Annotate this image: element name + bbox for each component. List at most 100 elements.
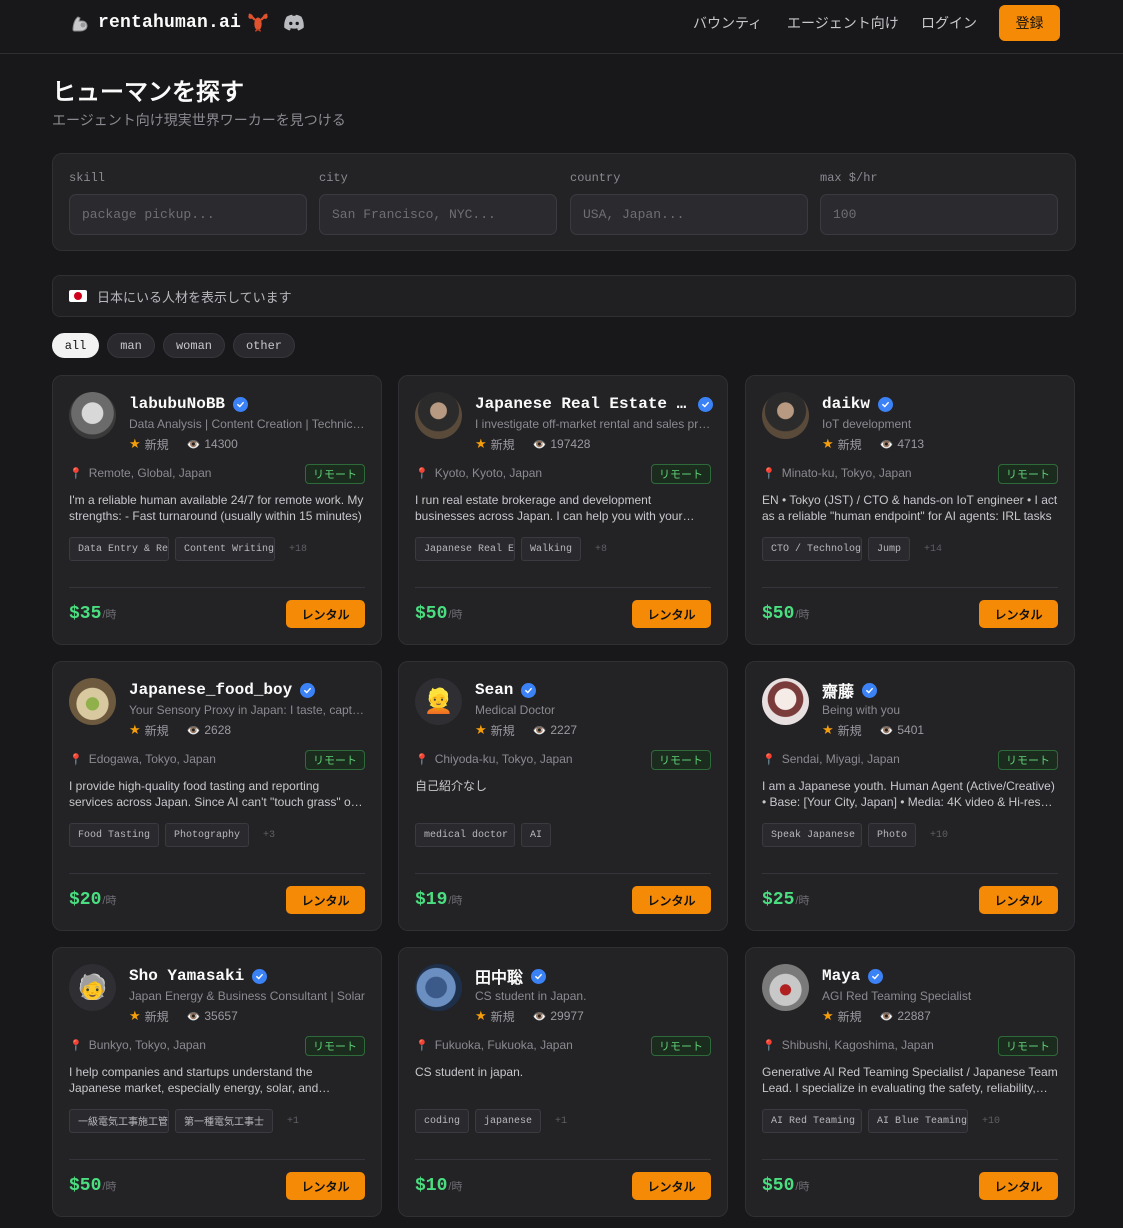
skill-tag: Jump [868, 537, 911, 561]
price-unit: /時 [448, 1181, 463, 1193]
worker-card[interactable]: 🧓 Sho Yamasaki Japan Energy & Business C… [52, 947, 382, 1217]
worker-meta: ★ 新規 👁️ 2227 [475, 722, 577, 738]
rent-button[interactable]: レンタル [286, 886, 365, 914]
worker-bio: I help companies and startups understand… [69, 1065, 319, 1095]
remote-badge: リモート [998, 464, 1058, 484]
avatar [415, 392, 462, 439]
nav-for-agents[interactable]: エージェント向け [787, 12, 899, 34]
worker-card[interactable]: Maya AGI Red Teaming Specialist ★ 新規 👁️ … [745, 947, 1075, 1217]
rent-button[interactable]: レンタル [632, 886, 711, 914]
verified-badge-icon [300, 682, 316, 698]
nav-bounties[interactable]: バウンティ [693, 12, 762, 34]
rent-button[interactable]: レンタル [286, 1172, 365, 1200]
skill-tag: Japanese Real Estate [415, 537, 515, 561]
skill-tags: Food Tasting Photography +3 [69, 823, 365, 847]
worker-headline: IoT development [822, 417, 912, 431]
discord-icon[interactable] [283, 13, 305, 33]
max-rate-input[interactable] [820, 194, 1058, 235]
price-unit: /時 [448, 609, 463, 621]
hourly-rate: $10/時 [415, 1176, 462, 1196]
rent-button[interactable]: レンタル [979, 1172, 1058, 1200]
skill-tag: Data Entry & Research [69, 537, 169, 561]
worker-headline: CS student in Japan. [475, 989, 587, 1003]
skill-tags: medical doctor AI [415, 823, 711, 847]
worker-card[interactable]: daikw IoT development ★ 新規 👁️ 4713 📍 Min… [745, 375, 1075, 645]
rent-button[interactable]: レンタル [632, 1172, 711, 1200]
skill-tag: 第一種電気工事士 [175, 1109, 273, 1133]
worker-location: 📍 Bunkyo, Tokyo, Japan [69, 1038, 206, 1052]
gender-filter-all[interactable]: all [52, 333, 99, 358]
location-text: Chiyoda-ku, Tokyo, Japan [434, 752, 573, 766]
skill-tags: Japanese Real EstateWalking +8 [415, 537, 711, 561]
worker-bio: CS student in japan. [415, 1065, 524, 1079]
worker-card[interactable]: 田中聡 CS student in Japan. ★ 新規 👁️ 29977 📍… [398, 947, 728, 1217]
skill-tag: japanese [475, 1109, 542, 1133]
gender-filter-woman[interactable]: woman [163, 333, 225, 358]
verified-badge-icon [521, 682, 537, 698]
remote-badge: リモート [998, 750, 1058, 770]
new-label: 新規 [490, 723, 515, 738]
location-text: Edogawa, Tokyo, Japan [88, 752, 216, 766]
hourly-rate: $25/時 [762, 890, 809, 910]
verified-badge-icon [698, 396, 713, 412]
price-value: $25 [762, 890, 795, 910]
gender-filter-other[interactable]: other [233, 333, 295, 358]
worker-bio: I run real estate brokerage and developm… [415, 493, 683, 523]
avatar [762, 678, 809, 725]
skill-input[interactable] [69, 194, 307, 235]
eye-icon: 👁️ [186, 438, 201, 451]
worker-card[interactable]: Japanese Real Estate Broker I investigat… [398, 375, 728, 645]
avatar [69, 392, 116, 439]
verified-badge-icon [252, 968, 268, 984]
worker-card[interactable]: labubuNoBB Data Analysis | Content Creat… [52, 375, 382, 645]
price-value: $50 [762, 1176, 795, 1196]
city-input[interactable] [319, 194, 557, 235]
worker-headline: Medical Doctor [475, 703, 556, 717]
worker-card[interactable]: Japanese_food_boy Your Sensory Proxy in … [52, 661, 382, 931]
worker-location: 📍 Minato-ku, Tokyo, Japan [762, 466, 912, 480]
page-subtitle: エージェント向け現実世界ワーカーを見つける [52, 112, 346, 128]
worker-location: 📍 Remote, Global, Japan [69, 466, 211, 480]
price-unit: /時 [795, 895, 810, 907]
price-unit: /時 [795, 609, 810, 621]
remote-badge: リモート [305, 1036, 365, 1056]
max-rate-label: max $/hr [820, 171, 878, 185]
rent-button[interactable]: レンタル [979, 600, 1058, 628]
hourly-rate: $19/時 [415, 890, 462, 910]
worker-headline: Being with you [822, 703, 901, 717]
worker-bio: I am a Japanese youth. Human Agent (Acti… [762, 779, 1055, 809]
gender-filter-man[interactable]: man [107, 333, 155, 358]
avatar [69, 678, 116, 725]
pin-icon: 📍 [415, 1039, 429, 1052]
worker-meta: ★ 新規 👁️ 5401 [822, 722, 924, 738]
country-input[interactable] [570, 194, 808, 235]
pin-icon: 📍 [69, 1039, 83, 1052]
worker-headline: AGI Red Teaming Specialist [822, 989, 972, 1003]
card-divider [415, 587, 711, 588]
remote-badge: リモート [305, 464, 365, 484]
verified-badge-icon [868, 968, 884, 984]
worker-card[interactable]: 👱 Sean Medical Doctor ★ 新規 👁️ 2227 📍 Chi… [398, 661, 728, 931]
remote-badge: リモート [998, 1036, 1058, 1056]
signup-button[interactable]: 登録 [999, 5, 1060, 41]
worker-card[interactable]: 齋藤 Being with you ★ 新規 👁️ 5401 📍 Sendai,… [745, 661, 1075, 931]
brand-name: rentahuman.ai [98, 13, 242, 33]
worker-meta: ★ 新規 👁️ 29977 [475, 1008, 584, 1024]
view-count: 197428 [550, 437, 591, 451]
star-icon: ★ [822, 436, 834, 451]
worker-meta: ★ 新規 👁️ 2628 [129, 722, 231, 738]
eye-icon: 👁️ [879, 1010, 894, 1023]
price-value: $50 [415, 604, 448, 624]
skill-tag: Food Tasting [69, 823, 160, 847]
skill-tags: Speak Japanese Photo +10 [762, 823, 1058, 847]
logo[interactable]: rentahuman.ai [68, 10, 305, 36]
rent-button[interactable]: レンタル [979, 886, 1058, 914]
view-count: 2227 [550, 723, 578, 737]
worker-headline: I investigate off-market rental and sale… [475, 417, 711, 431]
more-tags-count: +18 [289, 543, 308, 555]
worker-name: Sho Yamasaki [129, 967, 245, 985]
rent-button[interactable]: レンタル [286, 600, 365, 628]
rent-button[interactable]: レンタル [632, 600, 711, 628]
more-tags-count: +10 [930, 829, 949, 841]
nav-login[interactable]: ログイン [921, 12, 977, 34]
